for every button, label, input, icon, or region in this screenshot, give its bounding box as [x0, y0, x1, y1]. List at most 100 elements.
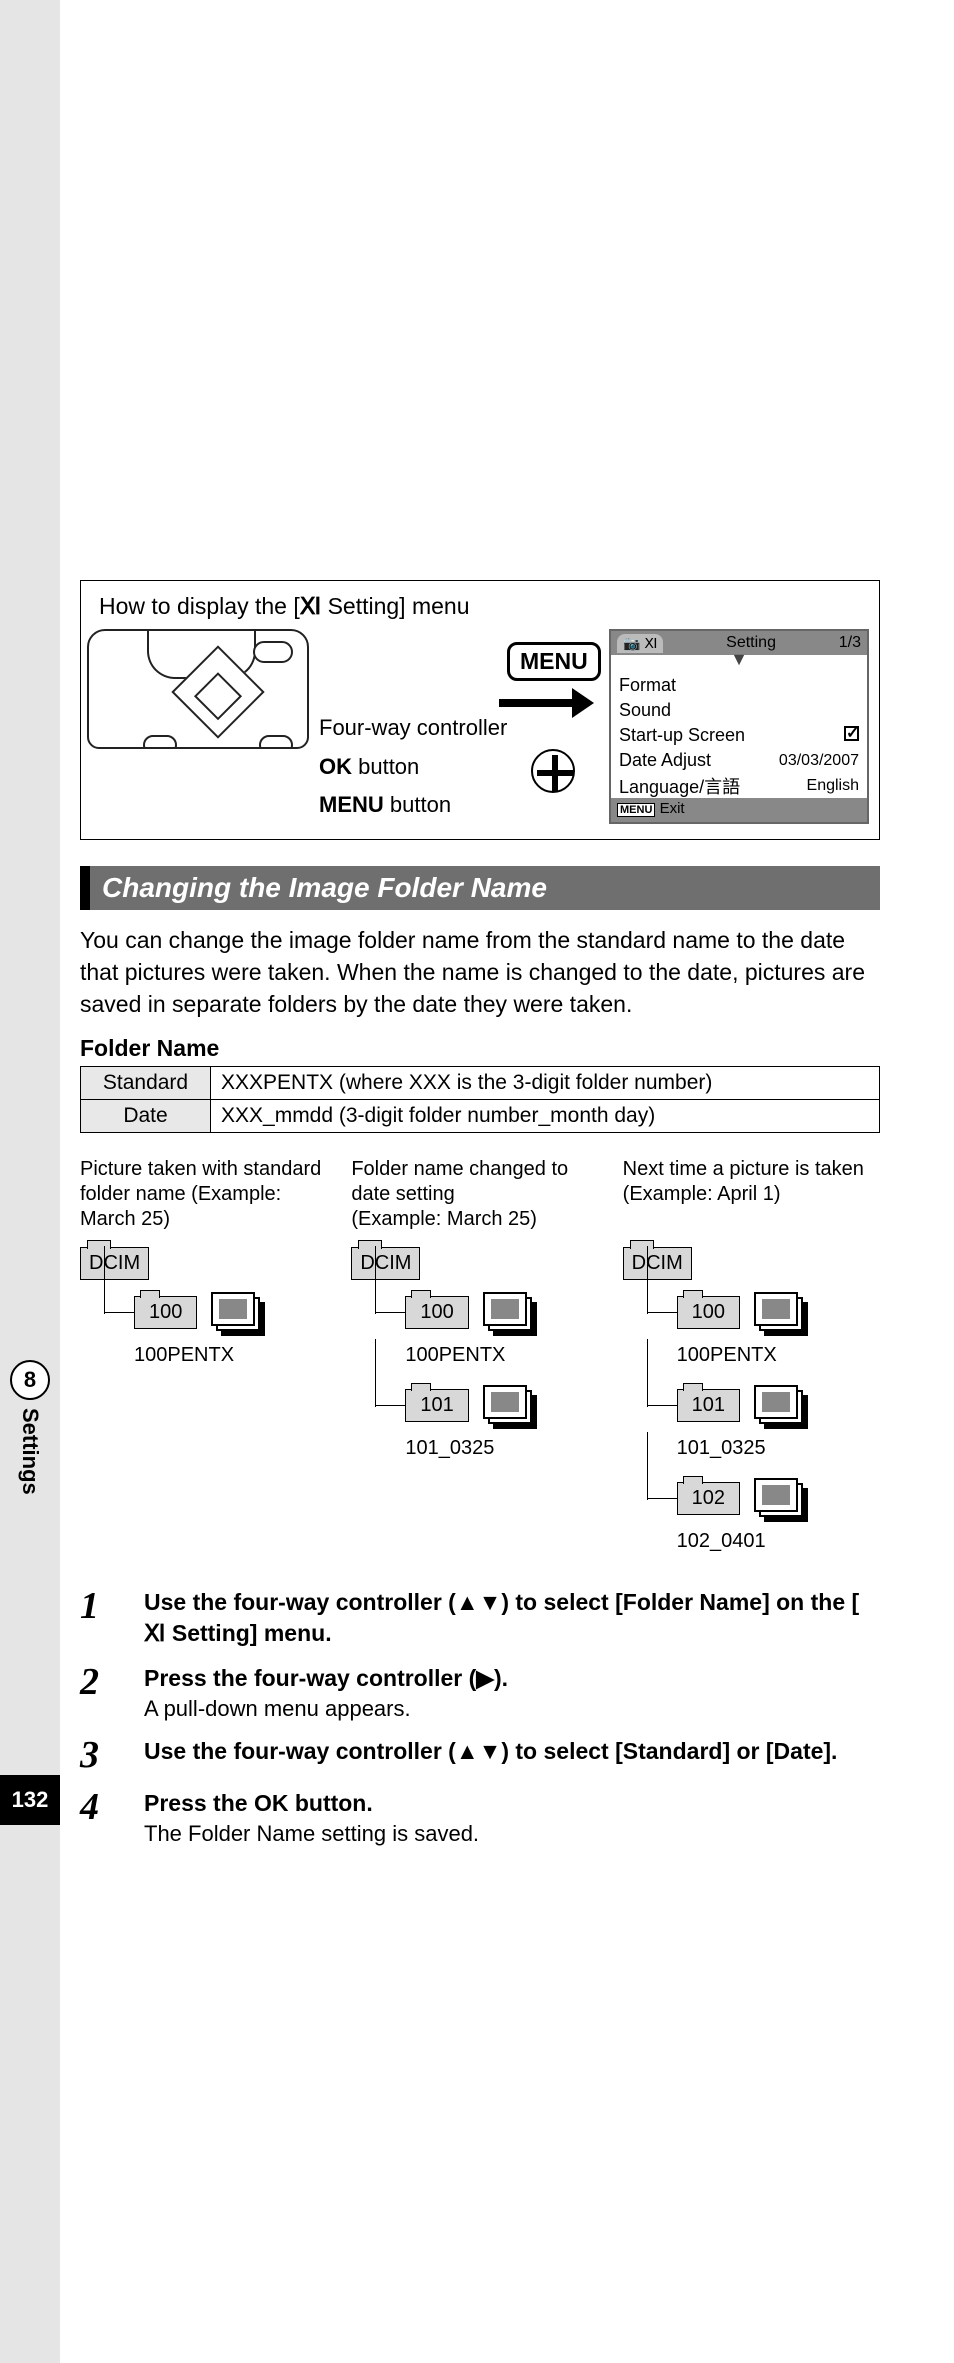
lcd-label: Date Adjust — [619, 750, 711, 771]
diagram-standard: Picture taken with standard folder name … — [80, 1157, 337, 1559]
ok-bold: OK — [254, 1790, 289, 1816]
lcd-row-startup: Start-up Screen — [619, 723, 859, 748]
menu-bold: MENU — [319, 792, 384, 817]
dpad-illustration — [171, 645, 264, 738]
subfolder-label: 101_0325 — [405, 1437, 608, 1460]
lcd-value: English — [807, 777, 859, 795]
lcd-label: Start-up Screen — [619, 725, 745, 746]
cam-right-button — [259, 735, 293, 749]
title-suffix: Setting] menu — [321, 593, 469, 619]
cam-left-button — [143, 735, 177, 749]
step-number: 3 — [80, 1736, 144, 1774]
ok-bold: OK — [319, 754, 352, 779]
folder-name-table: Standard XXXPENTX (where XXX is the 3-di… — [80, 1066, 880, 1133]
table-row: Standard XXXPENTX (where XXX is the 3-di… — [81, 1066, 880, 1099]
cam-top-button — [253, 641, 293, 663]
photos-icon — [483, 1385, 535, 1427]
folder-name-heading: Folder Name — [80, 1035, 880, 1062]
content: How to display the [Ⅺ Setting] menu Four… — [80, 580, 880, 1861]
subfolder-icon: 101 — [405, 1389, 468, 1422]
lcd-label: Format — [619, 675, 676, 696]
folder-tree: DCIM 100 100PENTX 101 101_0325 — [351, 1247, 608, 1460]
step-number: 4 — [80, 1788, 144, 1847]
step-number: 2 — [80, 1663, 144, 1722]
cell-date-value: XXX_mmdd (3-digit folder number_month da… — [211, 1099, 880, 1132]
photos-icon — [754, 1292, 806, 1334]
step-body: Use the four-way controller (▲▼) to sele… — [144, 1736, 837, 1774]
lcd-value — [844, 726, 859, 746]
photos-icon — [754, 1478, 806, 1520]
ok-button-label: OK button — [319, 748, 507, 787]
lcd-row-date: Date Adjust 03/03/2007 — [619, 748, 859, 773]
intro-text: You can change the image folder name fro… — [80, 924, 880, 1021]
diagram-caption: Folder name changed to date setting (Exa… — [351, 1157, 608, 1237]
side-tab: 8 Settings — [0, 1360, 60, 1560]
subfolder-label: 100PENTX — [677, 1344, 880, 1367]
step-body: Press the OK button. The Folder Name set… — [144, 1788, 479, 1847]
step-number: 1 — [80, 1587, 144, 1649]
chapter-number-badge: 8 — [10, 1360, 50, 1400]
title-prefix: How to display the [ — [99, 593, 300, 619]
controller-icon — [531, 749, 575, 793]
t: Use the four-way controller (▲▼) to sele… — [144, 1589, 859, 1615]
menu-suffix: button — [384, 792, 451, 817]
folder-branch: 101 — [375, 1373, 608, 1439]
step-desc: The Folder Name setting is saved. — [144, 1821, 479, 1847]
step-title: Press the OK button. — [144, 1788, 479, 1819]
photos-icon — [754, 1385, 806, 1427]
t: Setting] menu. — [165, 1620, 331, 1646]
dcim-folder-icon: DCIM — [351, 1247, 420, 1280]
dcim-folder-icon: DCIM — [80, 1247, 149, 1280]
lcd-body: Format Sound Start-up Screen Date Adjust… — [611, 669, 867, 798]
step-desc: A pull-down menu appears. — [144, 1696, 508, 1722]
subfolder-label: 100PENTX — [134, 1344, 337, 1367]
subfolder-icon: 101 — [677, 1389, 740, 1422]
diagram-caption: Picture taken with standard folder name … — [80, 1157, 337, 1237]
step-3: 3 Use the four-way controller (▲▼) to se… — [80, 1736, 880, 1774]
subfolder-icon: 100 — [677, 1296, 740, 1329]
folder-tree: DCIM 100 100PENTX — [80, 1247, 337, 1367]
folder-branch: 100 — [104, 1280, 337, 1346]
menu-box-title: How to display the [Ⅺ Setting] menu — [99, 593, 861, 620]
table-row: Date XXX_mmdd (3-digit folder number_mon… — [81, 1099, 880, 1132]
lcd-row-format: Format — [619, 673, 859, 698]
section-heading: Changing the Image Folder Name — [80, 866, 880, 910]
diagram-date: Folder name changed to date setting (Exa… — [351, 1157, 608, 1559]
folder-branch: 102 — [647, 1466, 880, 1532]
lcd-footer: MENU Exit — [611, 798, 867, 822]
step-4: 4 Press the OK button. The Folder Name s… — [80, 1788, 880, 1847]
setting-icon: Ⅺ — [300, 593, 321, 620]
left-gutter — [0, 0, 60, 2363]
step-title: Use the four-way controller (▲▼) to sele… — [144, 1736, 837, 1767]
step-title: Use the four-way controller (▲▼) to sele… — [144, 1587, 880, 1649]
step-body: Press the four-way controller (▶). A pul… — [144, 1663, 508, 1722]
lcd-tab-icons: 📷 Ⅺ — [617, 634, 663, 653]
subfolder-label: 100PENTX — [405, 1344, 608, 1367]
dcim-folder-icon: DCIM — [623, 1247, 692, 1280]
t: Press the — [144, 1790, 254, 1816]
folder-branch: 101 — [647, 1373, 880, 1439]
folder-tree: DCIM 100 100PENTX 101 101_0325 102 — [623, 1247, 880, 1553]
menu-key-badge: MENU — [507, 642, 601, 681]
lcd-screen: 📷 Ⅺ Setting 1/3 ▼ Format Sound Start-up … — [609, 629, 869, 824]
camera-labels: Four-way controller OK button MENU butto… — [319, 709, 507, 825]
camera-illustration — [87, 629, 309, 814]
subfolder-icon: 102 — [677, 1482, 740, 1515]
subfolder-icon: 100 — [134, 1296, 197, 1329]
step-1: 1 Use the four-way controller (▲▼) to se… — [80, 1587, 880, 1649]
t: button. — [288, 1790, 372, 1816]
subfolder-icon: 100 — [405, 1296, 468, 1329]
subfolder-label: 101_0325 — [677, 1437, 880, 1460]
cell-date-label: Date — [81, 1099, 211, 1132]
lcd-footer-key: MENU — [617, 803, 655, 817]
lcd-label: Language/言語 — [619, 773, 740, 799]
steps-list: 1 Use the four-way controller (▲▼) to se… — [80, 1587, 880, 1847]
step-title: Press the four-way controller (▶). — [144, 1663, 508, 1694]
cell-standard-value: XXXPENTX (where XXX is the 3-digit folde… — [211, 1066, 880, 1099]
menu-box-inner: Four-way controller OK button MENU butto… — [87, 629, 869, 829]
lcd-header-page: 1/3 — [839, 634, 861, 652]
photos-icon — [211, 1292, 263, 1334]
cell-standard-label: Standard — [81, 1066, 211, 1099]
lcd-footer-text: Exit — [660, 800, 685, 817]
lcd-value: 03/03/2007 — [779, 752, 859, 770]
